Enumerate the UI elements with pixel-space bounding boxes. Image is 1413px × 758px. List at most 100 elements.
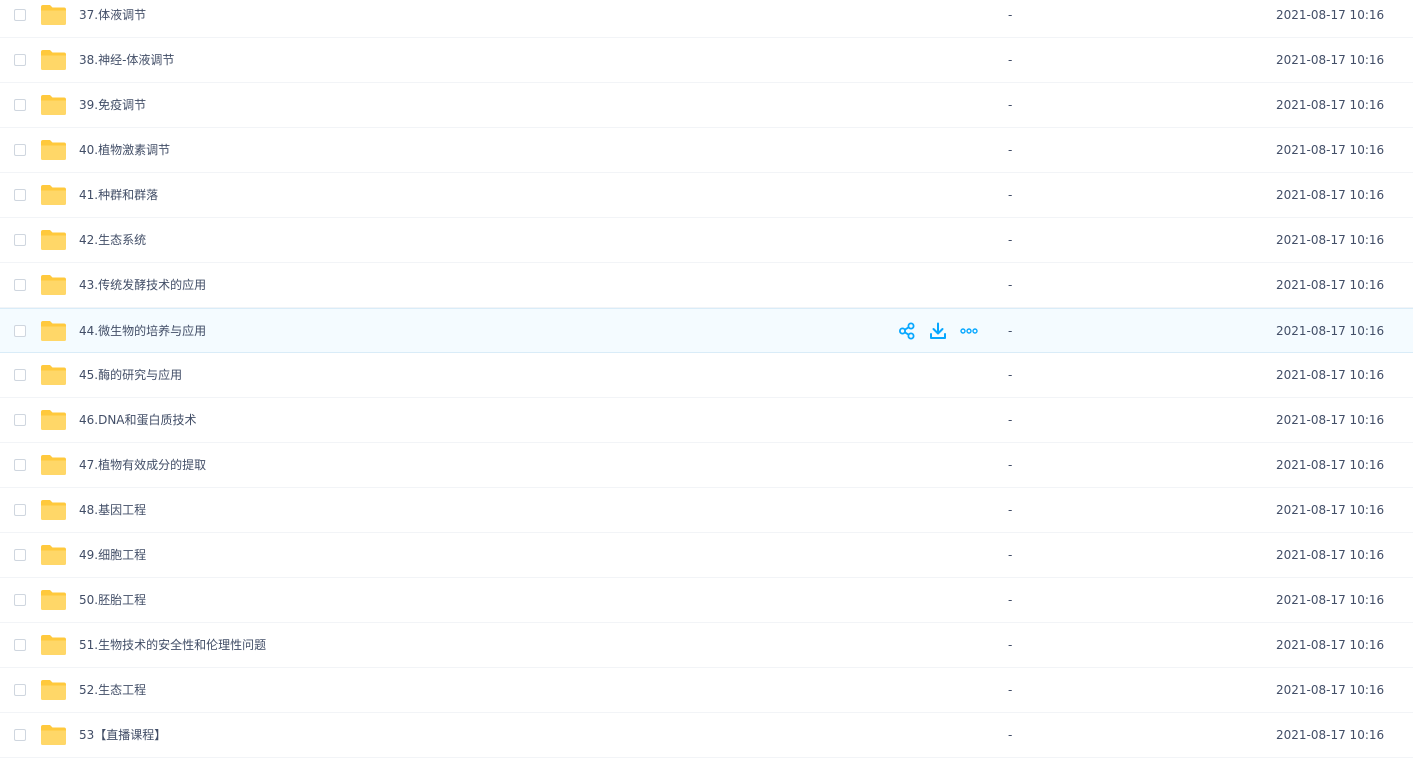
file-modified-date: 2021-08-17 10:16 <box>1276 98 1385 112</box>
row-checkbox[interactable] <box>14 189 26 201</box>
file-name[interactable]: 52.生态工程 <box>79 668 146 713</box>
row-checkbox[interactable] <box>14 144 26 156</box>
file-size: - <box>1008 638 1013 652</box>
download-button[interactable] <box>928 321 948 341</box>
file-size: - <box>1008 53 1013 67</box>
file-modified-date: 2021-08-17 10:16 <box>1276 188 1385 202</box>
folder-icon <box>40 544 67 566</box>
file-row[interactable]: 53【直播课程】 - 2021-08-17 10:16 <box>0 713 1413 758</box>
row-checkbox[interactable] <box>14 279 26 291</box>
file-size: - <box>1008 683 1013 697</box>
row-checkbox[interactable] <box>14 54 26 66</box>
file-name[interactable]: 38.神经-体液调节 <box>79 38 174 83</box>
file-modified-date: 2021-08-17 10:16 <box>1276 368 1385 382</box>
file-name[interactable]: 44.微生物的培养与应用 <box>79 309 206 354</box>
file-name[interactable]: 43.传统发酵技术的应用 <box>79 263 206 308</box>
row-checkbox[interactable] <box>14 639 26 651</box>
file-modified-date: 2021-08-17 10:16 <box>1276 728 1385 742</box>
row-checkbox[interactable] <box>14 729 26 741</box>
file-name[interactable]: 53【直播课程】 <box>79 713 166 758</box>
file-name[interactable]: 45.酶的研究与应用 <box>79 353 182 398</box>
file-size: - <box>1008 324 1013 338</box>
file-name[interactable]: 49.细胞工程 <box>79 533 146 578</box>
file-row[interactable]: 47.植物有效成分的提取 - 2021-08-17 10:16 <box>0 443 1413 488</box>
folder-icon <box>40 724 67 746</box>
file-name[interactable]: 42.生态系统 <box>79 218 146 263</box>
file-size: - <box>1008 8 1013 22</box>
more-icon <box>960 328 978 334</box>
file-modified-date: 2021-08-17 10:16 <box>1276 638 1385 652</box>
file-row[interactable]: 41.种群和群落 - 2021-08-17 10:16 <box>0 173 1413 218</box>
file-row[interactable]: 38.神经-体液调节 - 2021-08-17 10:16 <box>0 38 1413 83</box>
file-size: - <box>1008 458 1013 472</box>
row-checkbox[interactable] <box>14 459 26 471</box>
folder-icon <box>40 634 67 656</box>
file-name[interactable]: 46.DNA和蛋白质技术 <box>79 398 197 443</box>
file-name[interactable]: 39.免疫调节 <box>79 83 146 128</box>
folder-icon <box>40 679 67 701</box>
file-name[interactable]: 41.种群和群落 <box>79 173 158 218</box>
folder-icon <box>40 454 67 476</box>
file-size: - <box>1008 188 1013 202</box>
file-name[interactable]: 51.生物技术的安全性和伦理性问题 <box>79 623 266 668</box>
file-row[interactable]: 49.细胞工程 - 2021-08-17 10:16 <box>0 533 1413 578</box>
file-row[interactable]: 52.生态工程 - 2021-08-17 10:16 <box>0 668 1413 713</box>
file-row[interactable]: 45.酶的研究与应用 - 2021-08-17 10:16 <box>0 353 1413 398</box>
row-checkbox[interactable] <box>14 9 26 21</box>
file-name[interactable]: 48.基因工程 <box>79 488 146 533</box>
file-size: - <box>1008 728 1013 742</box>
file-modified-date: 2021-08-17 10:16 <box>1276 53 1385 67</box>
file-size: - <box>1008 98 1013 112</box>
row-checkbox[interactable] <box>14 414 26 426</box>
folder-icon <box>40 49 67 71</box>
row-checkbox[interactable] <box>14 549 26 561</box>
file-size: - <box>1008 548 1013 562</box>
row-checkbox[interactable] <box>14 325 26 337</box>
folder-icon <box>40 229 67 251</box>
file-row[interactable]: 42.生态系统 - 2021-08-17 10:16 <box>0 218 1413 263</box>
file-size: - <box>1008 593 1013 607</box>
file-row[interactable]: 43.传统发酵技术的应用 - 2021-08-17 10:16 <box>0 263 1413 308</box>
file-name[interactable]: 37.体液调节 <box>79 0 146 38</box>
row-checkbox[interactable] <box>14 99 26 111</box>
file-name[interactable]: 47.植物有效成分的提取 <box>79 443 206 488</box>
more-button[interactable] <box>959 321 979 341</box>
file-row[interactable]: 40.植物激素调节 - 2021-08-17 10:16 <box>0 128 1413 173</box>
row-checkbox[interactable] <box>14 234 26 246</box>
file-modified-date: 2021-08-17 10:16 <box>1276 503 1385 517</box>
folder-icon <box>40 274 67 296</box>
file-modified-date: 2021-08-17 10:16 <box>1276 413 1385 427</box>
file-modified-date: 2021-08-17 10:16 <box>1276 8 1385 22</box>
file-row[interactable]: 39.免疫调节 - 2021-08-17 10:16 <box>0 83 1413 128</box>
folder-icon <box>40 409 67 431</box>
file-name[interactable]: 40.植物激素调节 <box>79 128 170 173</box>
file-modified-date: 2021-08-17 10:16 <box>1276 458 1385 472</box>
share-button[interactable] <box>897 321 917 341</box>
file-list: 37.体液调节 - 2021-08-17 10:16 38.神经-体液调节 - … <box>0 0 1413 758</box>
file-modified-date: 2021-08-17 10:16 <box>1276 278 1385 292</box>
row-checkbox[interactable] <box>14 684 26 696</box>
file-modified-date: 2021-08-17 10:16 <box>1276 143 1385 157</box>
file-modified-date: 2021-08-17 10:16 <box>1276 593 1385 607</box>
folder-icon <box>40 589 67 611</box>
file-size: - <box>1008 368 1013 382</box>
file-modified-date: 2021-08-17 10:16 <box>1276 324 1385 338</box>
file-row[interactable]: 48.基因工程 - 2021-08-17 10:16 <box>0 488 1413 533</box>
row-checkbox[interactable] <box>14 369 26 381</box>
row-actions <box>897 321 990 341</box>
file-size: - <box>1008 413 1013 427</box>
row-checkbox[interactable] <box>14 504 26 516</box>
folder-icon <box>40 364 67 386</box>
file-modified-date: 2021-08-17 10:16 <box>1276 233 1385 247</box>
file-row[interactable]: 50.胚胎工程 - 2021-08-17 10:16 <box>0 578 1413 623</box>
file-row[interactable]: 46.DNA和蛋白质技术 - 2021-08-17 10:16 <box>0 398 1413 443</box>
row-checkbox[interactable] <box>14 594 26 606</box>
file-modified-date: 2021-08-17 10:16 <box>1276 683 1385 697</box>
share-icon <box>899 322 915 340</box>
file-size: - <box>1008 278 1013 292</box>
file-name[interactable]: 50.胚胎工程 <box>79 578 146 623</box>
file-row[interactable]: 51.生物技术的安全性和伦理性问题 - 2021-08-17 10:16 <box>0 623 1413 668</box>
folder-icon <box>40 499 67 521</box>
file-row-hovered[interactable]: 44.微生物的培养与应用 - 2021-08-17 10:16 <box>0 308 1413 353</box>
file-row[interactable]: 37.体液调节 - 2021-08-17 10:16 <box>0 0 1413 38</box>
